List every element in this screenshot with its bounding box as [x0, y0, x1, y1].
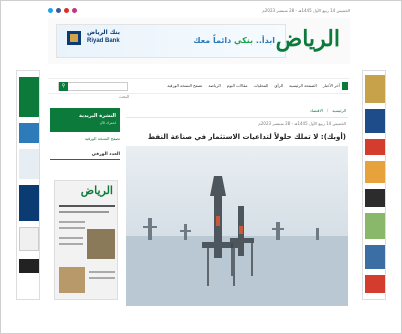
slogan-prefix: ابدأ..: [255, 36, 275, 45]
paper-text: [59, 221, 85, 223]
main-nav: آخر الأخبار الصفحة الرئيسية الرأي المحلي…: [48, 78, 350, 100]
paper-text: [59, 243, 83, 245]
nav-item[interactable]: المحليات: [254, 83, 269, 88]
article-title: (أوبك): لا تملك حلولاً لتداعيات الاستثما…: [147, 133, 346, 141]
nav-item[interactable]: آخر الأخبار: [323, 83, 340, 88]
breadcrumb-separator: /: [326, 108, 329, 113]
ad-block: [365, 109, 385, 133]
paper-text: [89, 271, 115, 273]
breadcrumb-section[interactable]: الاقتصاد: [310, 108, 323, 113]
nav-item[interactable]: الصفحة الرئيسية: [289, 83, 317, 88]
qr-code-icon: [19, 259, 39, 273]
paper-headline: [59, 205, 115, 207]
search-input[interactable]: [69, 93, 129, 100]
ad-block: [365, 161, 385, 183]
search-icon[interactable]: ⚲: [59, 82, 68, 91]
side-link[interactable]: تصفح النسخة الورقية: [50, 136, 120, 141]
slogan-highlight: بنكي: [234, 36, 254, 45]
paper-masthead: الرياض: [80, 184, 113, 197]
promo-title: النشرة البريدية: [79, 113, 116, 119]
nav-item[interactable]: تصفح النسخة الورقية: [167, 83, 202, 88]
nav-item[interactable]: مقالات اليوم: [227, 83, 248, 88]
left-skyscraper-ad[interactable]: [16, 70, 40, 300]
search-box: ⚲: [58, 82, 129, 100]
home-icon[interactable]: [342, 82, 348, 90]
ad-block: [365, 275, 385, 293]
ad-block: [19, 123, 39, 143]
facebook-icon[interactable]: [56, 7, 61, 13]
ad-block: [365, 139, 385, 155]
social-icons: [48, 7, 77, 13]
bank-name-ar: بنك الرياض: [87, 29, 120, 36]
nav-items: آخر الأخبار الصفحة الرئيسية الرأي المحلي…: [167, 83, 340, 88]
nav-item[interactable]: الرأي: [274, 83, 283, 88]
right-skyscraper-ad[interactable]: [362, 70, 386, 300]
ad-block: [19, 77, 39, 117]
paper-text: [59, 227, 85, 229]
paper-text: [89, 277, 115, 279]
breadcrumb-home[interactable]: الرئيسية: [332, 108, 346, 113]
breadcrumb: الرئيسية / الاقتصاد: [310, 108, 346, 113]
print-edition-thumbnail[interactable]: الرياض: [54, 180, 118, 300]
paper-text: [59, 237, 83, 239]
riyad-bank-banner[interactable]: بنك الرياض Riyad Bank ابدأ.. بنكي دائماً…: [56, 24, 286, 58]
paper-photo: [59, 267, 85, 293]
nav-item[interactable]: الرياضة: [208, 83, 220, 88]
newsletter-promo[interactable]: النشرة البريدية اشترك الآن: [50, 108, 120, 132]
slogan-suffix: دائماً معك: [193, 36, 232, 45]
site-header: بنك الرياض Riyad Bank ابدأ.. بنكي دائماً…: [48, 18, 350, 64]
divider: [126, 117, 348, 118]
paper-headline: [59, 211, 109, 213]
site-logo[interactable]: الرياض: [276, 26, 340, 52]
ad-block: [19, 185, 39, 221]
top-date-bar: الخميس 14 ربيع الأول 1445هـ - 28 سبتمبر …: [48, 4, 350, 16]
oil-rigs-illustration: [126, 176, 348, 306]
ad-block: [365, 189, 385, 207]
ad-block: [19, 227, 39, 251]
paper-photo: [87, 229, 115, 259]
banner-slogan: ابدأ.. بنكي دائماً معك: [193, 36, 275, 45]
riyad-bank-logo-icon: [67, 31, 81, 45]
article-hero-image[interactable]: [126, 146, 348, 306]
ad-block: [365, 213, 385, 239]
promo-sub: اشترك الآن: [99, 121, 116, 125]
top-date: الخميس 14 ربيع الأول 1445هـ - 28 سبتمبر …: [262, 7, 350, 13]
twitter-icon[interactable]: [48, 7, 53, 13]
ad-block: [19, 149, 39, 179]
article-date: الخميس 14 ربيع الأول 1445هـ - 28 سبتمبر …: [258, 121, 346, 126]
bank-name-en: Riyad Bank: [87, 38, 120, 44]
ad-block: [365, 245, 385, 269]
side-heading: العدد الورقي: [50, 152, 120, 160]
ad-block: [365, 75, 385, 103]
youtube-icon[interactable]: [64, 7, 69, 13]
instagram-icon[interactable]: [72, 7, 77, 13]
